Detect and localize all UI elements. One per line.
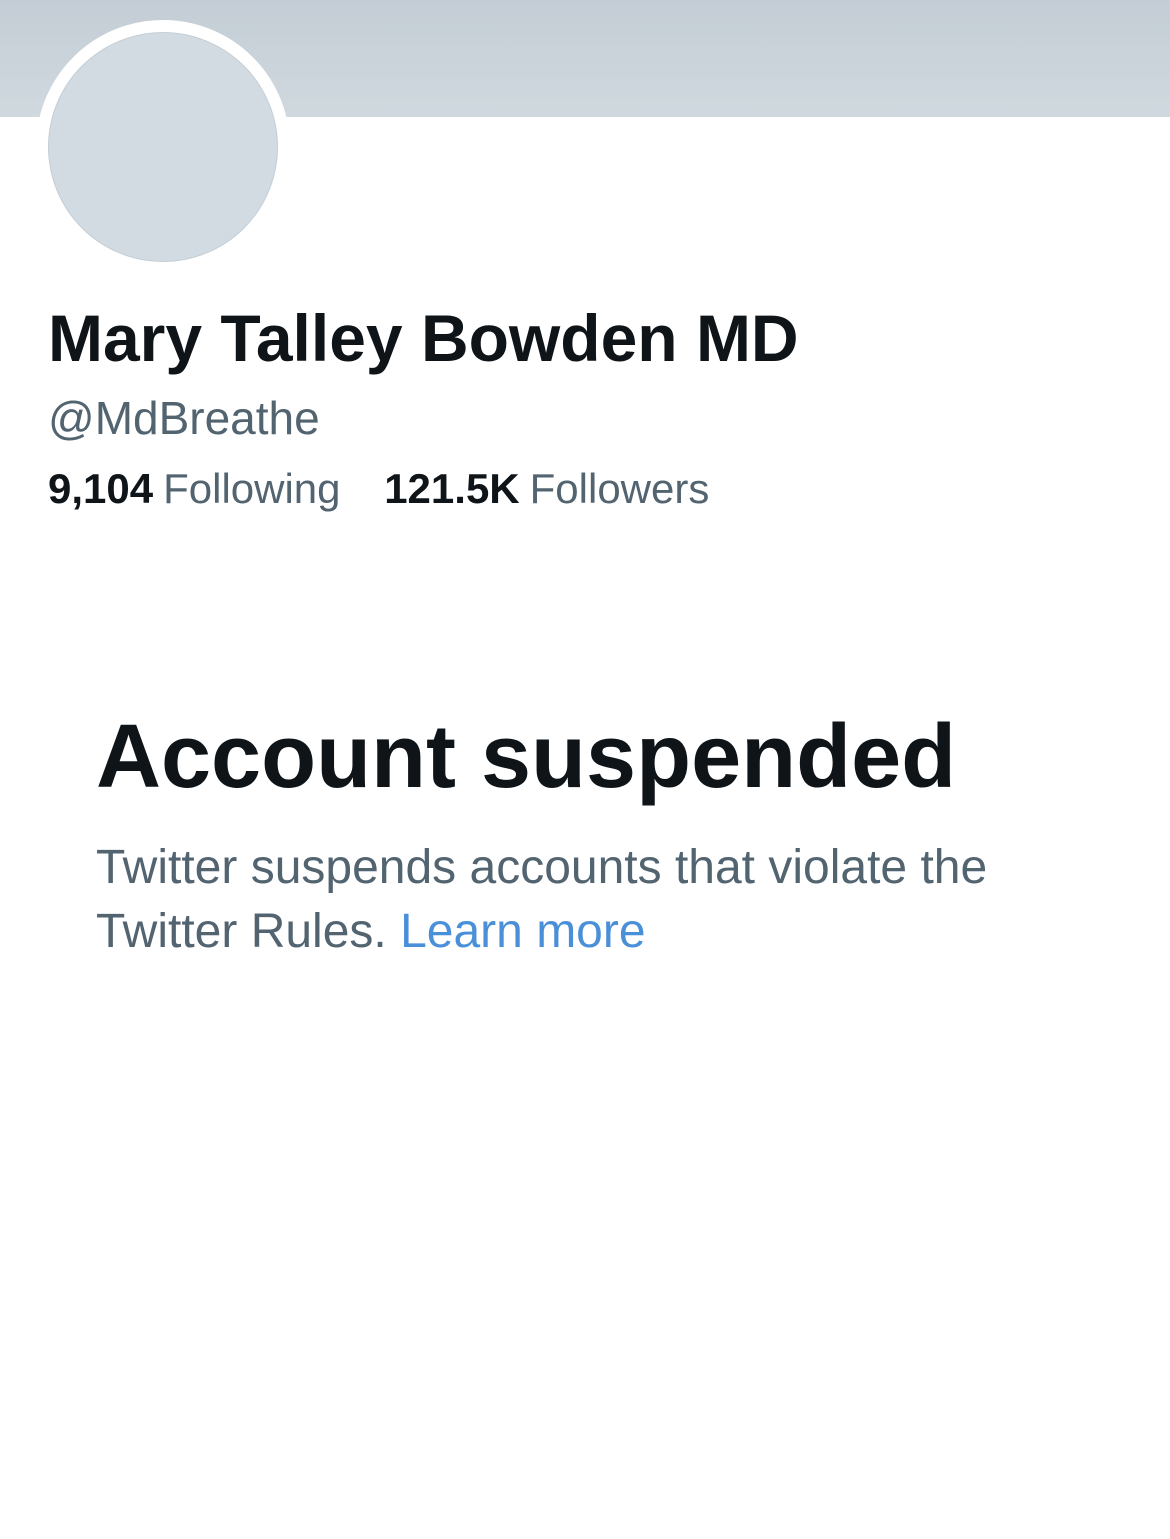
display-name: Mary Talley Bowden MD [48, 301, 799, 375]
avatar[interactable] [36, 20, 290, 274]
following-link[interactable]: 9,104 Following [48, 462, 341, 516]
suspension-message: Twitter suspends accounts that violate t… [96, 836, 1106, 964]
suspended-title: Account suspended [96, 707, 957, 807]
followers-link[interactable]: 121.5K Followers [384, 462, 709, 516]
followers-count: 121.5K [384, 465, 520, 512]
following-count: 9,104 [48, 465, 154, 512]
username-handle: @MdBreathe [48, 392, 320, 444]
learn-more-link[interactable]: Learn more [400, 905, 645, 958]
follow-stats: 9,104 Following 121.5K Followers [48, 462, 709, 516]
followers-label: Followers [529, 465, 710, 512]
following-label: Following [163, 465, 341, 512]
